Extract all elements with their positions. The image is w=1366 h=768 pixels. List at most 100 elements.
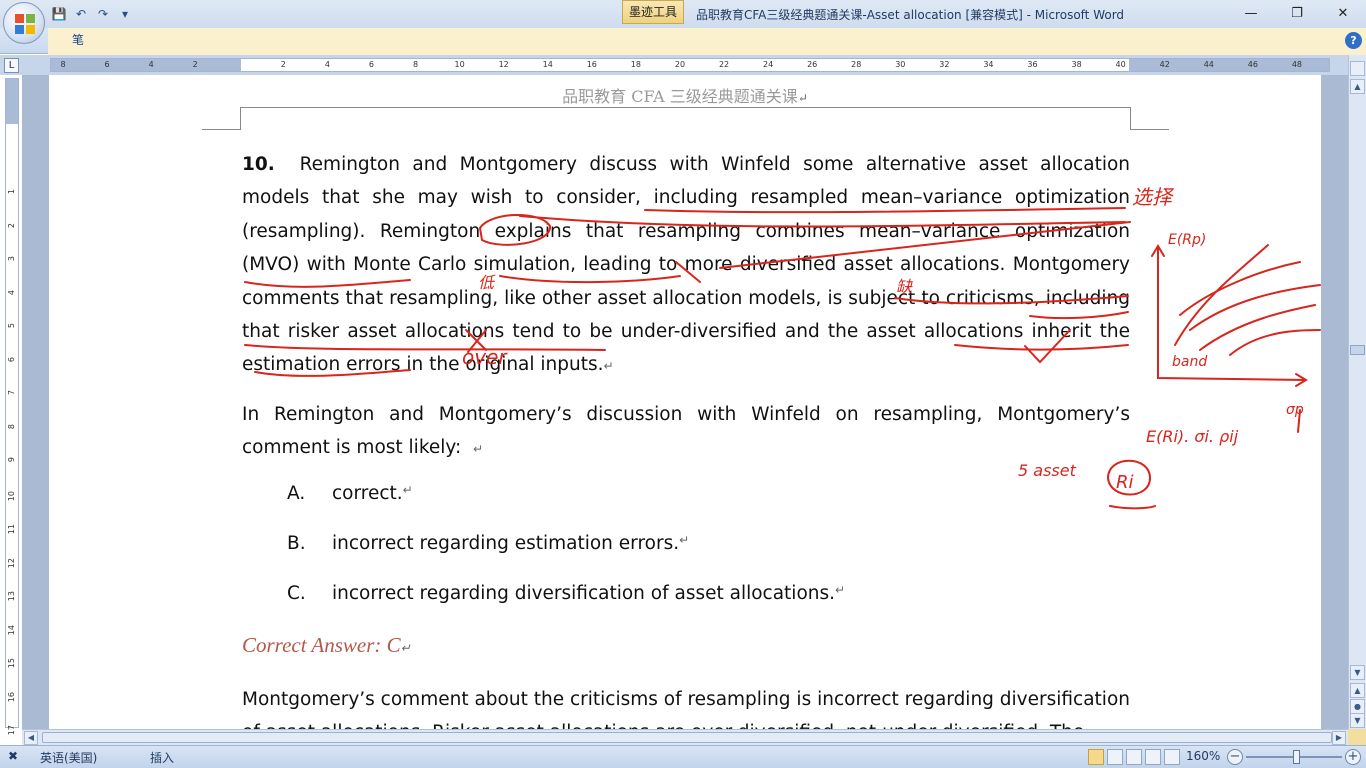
window-controls: — ❐ ✕ [1228,0,1366,26]
ribbon-tabs: 开始 插入 页面布局 引用 邮件 审阅 视图 MathType 福昕阅读器 笔 [48,28,1366,768]
vertical-ruler-number: 10 [7,490,16,501]
document-page[interactable]: 品职教育 CFA 三级经典题通关课↵ 10. Remington and Mon… [49,75,1321,729]
ruler-number: 40 [1115,60,1126,69]
tab-view[interactable]: 视图 [348,28,394,54]
ruler-number: 4 [324,60,330,69]
option-c: C. incorrect regarding diversification of… [287,583,845,604]
web-layout-view-icon[interactable] [1126,749,1142,765]
ruler-number: 32 [939,60,950,69]
ruler-toggle-button[interactable] [1350,61,1365,76]
zoom-in-button[interactable]: + [1345,749,1361,765]
scroll-down-button[interactable]: ▼ [1350,665,1365,680]
question-stem: In Remington and Montgomery’s discussion… [242,398,1130,467]
tab-references[interactable]: 引用 [210,28,256,54]
option-letter: B. [287,533,306,554]
ruler-number: 30 [895,60,906,69]
spelling-status-icon[interactable]: ✖ [8,749,18,763]
page-header: 品职教育 CFA 三级经典题通关课↵ [49,83,1321,107]
vertical-ruler-number: 6 [7,356,16,362]
horizontal-scrollbar[interactable]: ◀ ▶ [22,729,1348,745]
draft-view-icon[interactable] [1164,749,1180,765]
office-button[interactable] [3,2,45,44]
paragraph-mark: ↵ [679,533,690,547]
language-status[interactable]: 英语(美国) [40,749,97,766]
question-stem-text: In Remington and Montgomery’s discussion… [242,404,1130,459]
scroll-thumb[interactable] [1350,345,1365,355]
close-button[interactable]: ✕ [1320,0,1366,26]
tab-mailings[interactable]: 邮件 [256,28,302,54]
ruler-number: 14 [542,60,553,69]
previous-page-button[interactable]: ▲ [1350,683,1365,698]
redo-icon[interactable]: ↷ [94,5,112,23]
question-number: 10. [242,154,275,175]
ruler-number: 26 [807,60,818,69]
ruler-number: 44 [1203,60,1214,69]
ruler-number: 34 [983,60,994,69]
status-bar: ✖ 英语(美国) 插入 160% − + [0,745,1366,768]
ruler-number: 38 [1071,60,1082,69]
title-bar: 💾 ↶ ↷ ▾ 墨迹工具 品职教育CFA三级经典题通关课-Asset alloc… [0,0,1366,28]
vertical-ruler-number: 5 [7,323,16,329]
tab-review[interactable]: 审阅 [302,28,348,54]
option-b: B. incorrect regarding estimation errors.… [287,533,689,554]
print-layout-view-icon[interactable] [1088,749,1104,765]
answer-text: Correct Answer: C [242,633,401,657]
vertical-ruler-number: 13 [7,591,16,602]
tab-selector-button[interactable]: L [4,58,19,73]
tab-foxit-reader[interactable]: 福昕阅读器 [474,28,556,54]
ink-tools-contextual-label: 墨迹工具 [622,0,684,24]
minimize-button[interactable]: — [1228,0,1274,26]
outline-view-icon[interactable] [1145,749,1161,765]
vertical-ruler-number: 12 [7,557,16,568]
option-text: incorrect regarding diversification of a… [332,583,836,604]
next-page-button[interactable]: ▼ [1350,713,1365,728]
vertical-ruler-number: 4 [7,289,16,295]
help-icon[interactable]: ? [1345,32,1362,49]
ruler-number: 24 [763,60,774,69]
option-letter: A. [287,483,306,504]
paragraph-mark: ↵ [402,483,413,497]
scroll-up-button[interactable]: ▲ [1350,79,1365,94]
zoom-level[interactable]: 160% [1186,749,1220,763]
option-letter: C. [287,583,306,604]
tab-mathtype[interactable]: MathType [394,28,474,54]
option-text: incorrect regarding estimation errors. [332,533,680,554]
select-browse-object-button[interactable]: ● [1350,699,1365,714]
correct-answer: Correct Answer: C↵ [242,633,411,658]
vertical-ruler-number: 1 [7,189,16,195]
vertical-ruler-number: 9 [7,457,16,463]
full-screen-reading-view-icon[interactable] [1107,749,1123,765]
vertical-ruler[interactable]: 1 2 3 4 5 6 7 8 9 10 11 12 13 14 15 16 17 [5,78,19,735]
save-icon[interactable]: 💾 [50,5,68,23]
ruler-number: 46 [1247,60,1258,69]
tab-insert[interactable]: 插入 [94,28,140,54]
zoom-slider-knob[interactable] [1292,750,1300,764]
paragraph-mark: ↵ [603,359,614,374]
ruler-number: 12 [498,60,509,69]
tab-home[interactable]: 开始 [48,28,94,54]
ruler-number: 10 [454,60,465,69]
ruler-number: 2 [192,60,198,69]
ribbon: 开始 插入 页面布局 引用 邮件 审阅 视图 MathType 福昕阅读器 笔 … [0,28,1366,768]
restore-button[interactable]: ❐ [1274,0,1320,26]
paragraph-mark: ↵ [797,91,808,105]
vertical-scrollbar[interactable]: ▲ ▼ ▲ ● ▼ [1348,55,1366,729]
vertical-ruler-number: 17 [7,725,16,736]
ruler-number: 36 [1027,60,1038,69]
scroll-left-button[interactable]: ◀ [24,731,38,745]
crop-mark [240,107,241,129]
customize-qat-icon[interactable]: ▾ [116,5,134,23]
insert-mode-status[interactable]: 插入 [150,749,174,766]
ruler-top-margin [6,79,18,124]
tab-page-layout[interactable]: 页面布局 [140,28,210,54]
scroll-right-button[interactable]: ▶ [1332,731,1346,745]
ruler-number: 18 [630,60,641,69]
view-buttons [1088,749,1180,765]
horizontal-ruler[interactable]: 8 6 4 2 2 4 6 8 10 12 14 16 18 20 22 24 26 28 30 32 34 36 38 40… [50,58,1330,72]
header-rule [240,107,1130,108]
horizontal-scroll-thumb[interactable] [42,732,1332,743]
ruler-number: 6 [368,60,375,69]
undo-icon[interactable]: ↶ [72,5,90,23]
vertical-ruler-number: 14 [7,624,16,635]
zoom-out-button[interactable]: − [1227,749,1243,765]
